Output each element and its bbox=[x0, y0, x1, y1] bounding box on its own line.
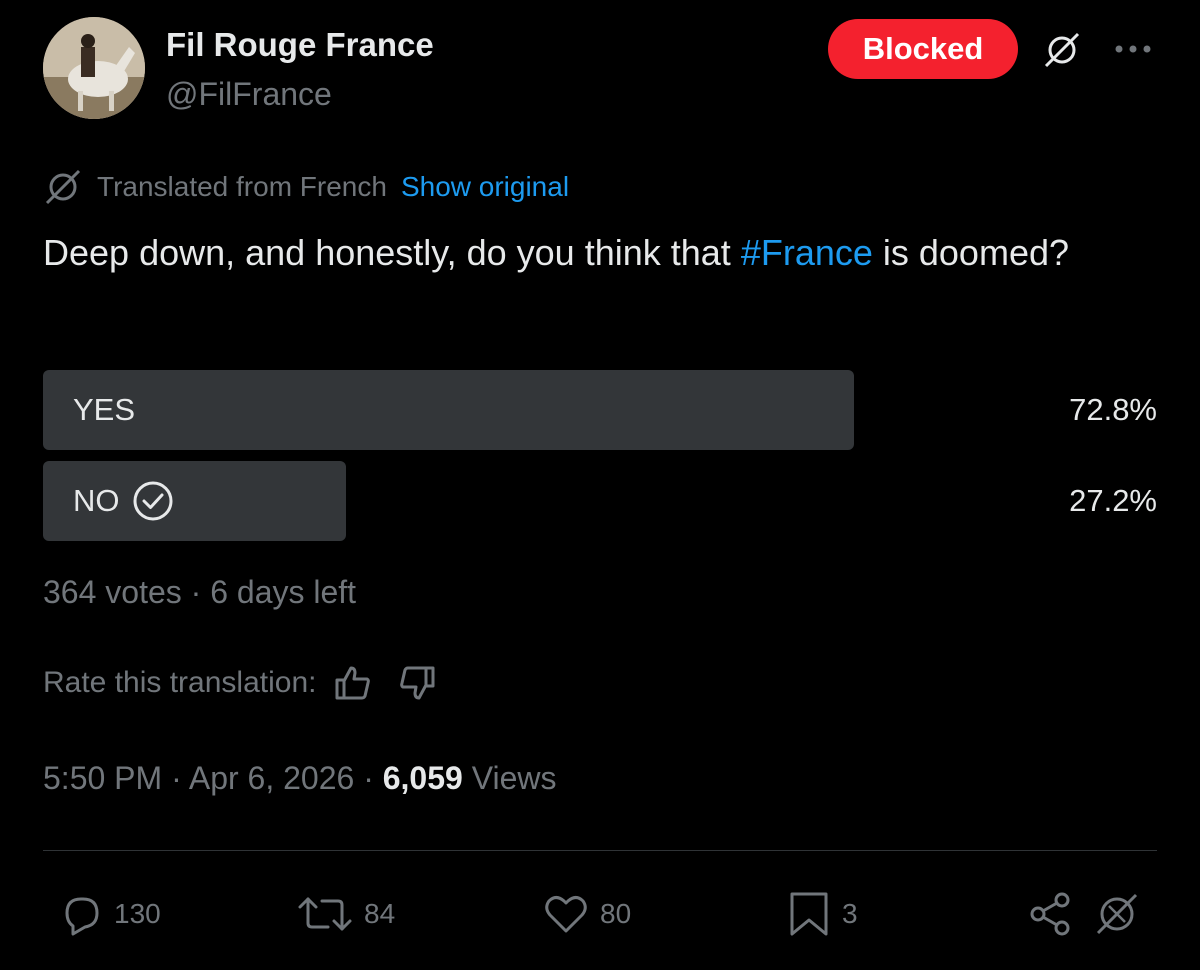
show-original-link[interactable]: Show original bbox=[401, 171, 569, 203]
bookmark-count: 3 bbox=[842, 898, 858, 929]
tweet-timestamp: 5:50 PM · Apr 6, 2026 · 6,059 Views bbox=[43, 760, 556, 797]
separator: · bbox=[181, 574, 211, 610]
poll-time-left: 6 days left bbox=[210, 574, 357, 610]
bookmark-icon bbox=[788, 890, 832, 938]
reply-count: 130 bbox=[114, 898, 161, 929]
translation-notice: Translated from French Show original bbox=[43, 166, 569, 208]
like-icon bbox=[542, 891, 590, 937]
reply-icon bbox=[58, 891, 104, 937]
avatar[interactable] bbox=[43, 17, 145, 119]
author-name[interactable]: Fil Rouge France bbox=[166, 26, 434, 64]
blocked-button[interactable]: Blocked bbox=[828, 19, 1018, 79]
tweet-text: Deep down, and honestly, do you think th… bbox=[43, 222, 1153, 284]
separator: · bbox=[162, 760, 189, 796]
check-circle-icon bbox=[132, 480, 174, 522]
tweet-time[interactable]: 5:50 PM bbox=[43, 760, 162, 796]
reply-button[interactable]: 130 bbox=[58, 888, 161, 940]
poll-meta: 364 votes · 6 days left bbox=[43, 574, 356, 611]
separator: · bbox=[354, 760, 383, 796]
views-count: 6,059 bbox=[382, 760, 463, 796]
author-handle[interactable]: @FilFrance bbox=[166, 76, 332, 113]
thumbs-down-icon[interactable] bbox=[398, 664, 436, 702]
bookmark-button[interactable]: 3 bbox=[788, 888, 858, 940]
repost-count: 84 bbox=[364, 898, 396, 929]
views-label: Views bbox=[471, 760, 557, 796]
tweet-text-before: Deep down, and honestly, do you think th… bbox=[43, 232, 741, 273]
poll-bar-yes bbox=[43, 370, 854, 450]
poll-option-label: NO bbox=[73, 483, 120, 518]
grok-translate-icon bbox=[43, 167, 83, 207]
grok-button[interactable] bbox=[1092, 888, 1142, 940]
repost-button[interactable]: 84 bbox=[296, 888, 395, 940]
poll-option-yes: YES bbox=[73, 370, 135, 450]
tweet-text-after: is doomed? bbox=[872, 232, 1070, 273]
poll-votes: 364 votes bbox=[43, 574, 182, 610]
divider bbox=[43, 850, 1157, 851]
repost-icon bbox=[296, 891, 354, 937]
share-icon bbox=[1026, 890, 1074, 938]
poll-option-label: YES bbox=[73, 392, 136, 427]
rate-translation: Rate this translation: bbox=[43, 660, 436, 706]
like-count: 80 bbox=[600, 898, 632, 929]
tweet-date[interactable]: Apr 6, 2026 bbox=[189, 760, 354, 796]
grok-icon bbox=[1092, 889, 1142, 939]
poll-option-no: NO bbox=[73, 461, 174, 541]
poll-percent-no: 27.2% bbox=[1069, 483, 1157, 518]
rate-translation-label: Rate this translation: bbox=[43, 666, 317, 699]
share-button[interactable] bbox=[1026, 888, 1074, 940]
hashtag-link[interactable]: #France bbox=[741, 232, 873, 273]
thumbs-up-icon[interactable] bbox=[334, 664, 372, 702]
like-button[interactable]: 80 bbox=[542, 888, 631, 940]
poll-percent-yes: 72.8% bbox=[1069, 392, 1157, 427]
grok-translate-icon[interactable] bbox=[1040, 28, 1084, 72]
translation-notice-text: Translated from French bbox=[97, 171, 387, 202]
more-options-icon[interactable] bbox=[1110, 32, 1156, 66]
